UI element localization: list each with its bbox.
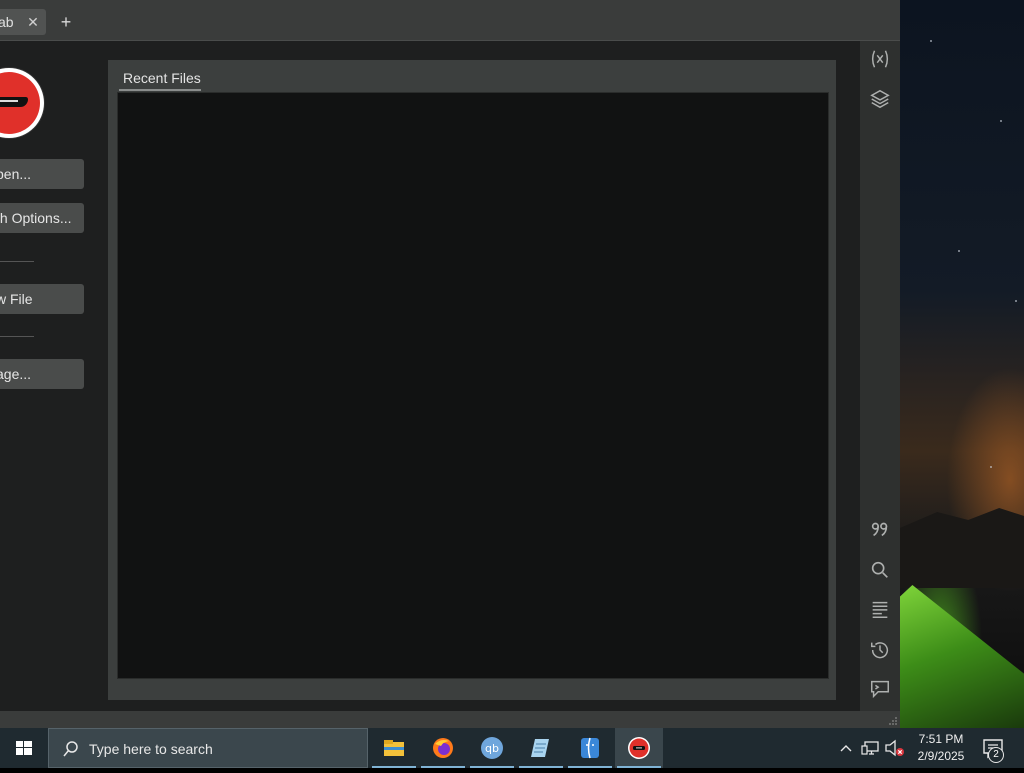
taskbar-active-app[interactable] [615,728,663,768]
app-logo-icon [628,737,650,759]
welcome-sidebar: pen... th Options... w File age... [0,41,100,711]
sidebar-divider [0,336,34,337]
manage-button-label: age... [0,366,32,382]
logo-glasses-icon [0,97,28,107]
tab-label: ab [0,14,14,30]
wallpaper-star [1000,120,1002,122]
clock-time: 7:51 PM [918,732,964,746]
quote-icon[interactable] [868,518,892,542]
taskbar-file-explorer[interactable] [370,728,418,768]
new-file-label: w File [0,291,33,307]
svg-text:qb: qb [485,742,499,755]
window-status-bar [0,711,900,728]
windows-logo-icon [16,741,32,755]
app-window: ab ✕ + pen... th Options... w File age..… [0,0,900,728]
open-with-options-label: th Options... [0,210,72,226]
title-bar: ab ✕ + [0,0,900,41]
file-explorer-icon [384,740,404,756]
show-hidden-icons-chevron-icon[interactable] [838,740,854,756]
open-button[interactable]: pen... [0,159,84,189]
terminal-comment-icon[interactable] [868,678,892,702]
search-placeholder: Type here to search [89,741,213,757]
wallpaper-star [1015,300,1017,302]
app-logo [0,68,44,138]
taskbar-qbittorrent[interactable]: qb [468,728,516,768]
search-icon[interactable] [868,559,892,583]
taskbar-notepad[interactable] [517,728,565,768]
manage-button[interactable]: age... [0,359,84,389]
taskbar: Type here to search qb 7:51 PM 2/9/2025 … [0,728,1024,768]
tab-current[interactable]: ab ✕ [0,9,46,35]
taskbar-search-box[interactable]: Type here to search [48,728,368,768]
taskbar-finder[interactable] [566,728,614,768]
qbittorrent-icon: qb [481,737,503,759]
notification-count-badge: 2 [988,747,1004,763]
wallpaper-star [958,250,960,252]
finder-icon [581,737,599,759]
wallpaper-star [930,40,932,42]
wallpaper-star [990,466,992,468]
firefox-icon [433,738,453,758]
taskbar-clock[interactable]: 7:51 PM 2/9/2025 [910,731,972,765]
recent-files-tab[interactable]: Recent Files [123,70,201,86]
new-tab-button[interactable]: + [56,9,76,35]
recent-files-panel: Recent Files [108,60,836,700]
volume-muted-icon[interactable] [884,739,906,757]
taskbar-firefox[interactable] [419,728,467,768]
open-button-label: pen... [0,166,32,182]
recent-files-list[interactable] [117,92,829,679]
start-button[interactable] [0,728,48,768]
new-file-button[interactable]: w File [0,284,84,314]
clock-date: 2/9/2025 [917,749,965,763]
layers-icon[interactable] [868,88,892,112]
tab-underline [119,89,201,91]
resize-grip-icon[interactable] [888,716,898,726]
tab-close-icon[interactable]: ✕ [24,9,42,35]
notepad-icon [531,739,549,757]
open-with-options-button[interactable]: th Options... [0,203,84,233]
text-lines-icon[interactable] [868,598,892,622]
logo-inner [0,72,40,134]
history-icon[interactable] [868,639,892,663]
variables-icon[interactable] [868,48,892,72]
sidebar-divider [0,261,34,262]
search-icon [63,741,78,757]
network-icon[interactable] [861,739,881,757]
